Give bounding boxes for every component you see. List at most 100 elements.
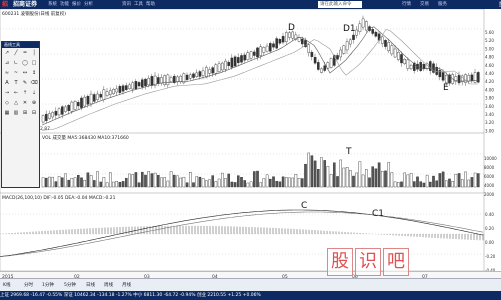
volume-tick: 4000 (484, 183, 495, 188)
tab-1min[interactable]: 1分钟 (42, 282, 54, 288)
tab-5min[interactable]: 5分钟 (64, 282, 76, 288)
volume-bar (115, 181, 118, 188)
candle (307, 44, 311, 53)
drawing-tool-5[interactable]: ∟ (12, 59, 20, 68)
candle (422, 64, 426, 69)
drawing-tool-8[interactable]: ≈ (3, 69, 11, 78)
drawing-tool-2[interactable]: ═ (21, 49, 29, 58)
volume-bar (297, 178, 301, 188)
volume-bar (265, 174, 269, 188)
tab-daily[interactable]: 日线 (86, 282, 95, 288)
candle (67, 105, 70, 111)
top-menu-service[interactable]: 服务 (438, 0, 447, 9)
volume-bar (41, 177, 45, 188)
volume-bar (390, 172, 394, 188)
volume-bar (457, 173, 461, 188)
drawing-tool-18[interactable]: ⇡ (21, 89, 29, 98)
command-search-input[interactable]: 请在此输入命令 (318, 1, 362, 8)
drawing-tool-13[interactable]: T (12, 79, 20, 88)
menu-item-quote[interactable]: 报价 (72, 0, 81, 9)
menu-item-function[interactable]: 功能 (60, 0, 69, 9)
tab-kline[interactable]: K线 (3, 282, 10, 288)
volume-bar (272, 176, 275, 188)
candle (188, 74, 192, 79)
annotation-e: E (443, 83, 449, 93)
drawing-tool-26[interactable]: ⊞ (21, 109, 29, 118)
volume-bar (361, 174, 365, 188)
drawing-tool-12[interactable]: A (3, 79, 11, 88)
drawing-tool-15[interactable]: ⌫ (30, 79, 38, 88)
drawing-tool-6[interactable]: ◯ (21, 59, 29, 68)
volume-bar (387, 162, 391, 188)
drawing-tool-14[interactable]: ✎ (21, 79, 29, 88)
tab-weekly[interactable]: 周线 (104, 282, 113, 288)
drawing-tool-25[interactable]: ▥ (12, 109, 20, 118)
macd-tick: 0.20 (485, 226, 494, 231)
volume-bar (301, 178, 304, 188)
candle (108, 90, 112, 95)
volume-bar (377, 162, 381, 188)
drawing-tool-21[interactable]: △ (12, 99, 20, 108)
volume-bar (304, 163, 307, 188)
candle (102, 89, 106, 100)
volume-bar (464, 171, 467, 188)
chart-area[interactable]: D D1 E T C C1 2.87 600231 凌钢股份(日线 前复权) V… (0, 9, 501, 273)
drawing-tool-17[interactable]: ← (12, 89, 20, 98)
drawing-tool-27[interactable]: ⊟ (30, 109, 38, 118)
volume-bar (381, 170, 384, 188)
volume-bar (204, 180, 208, 188)
candle (211, 67, 215, 74)
tab-monthly[interactable]: 月线 (122, 282, 131, 288)
candle (208, 69, 211, 74)
volume-bar (441, 171, 445, 188)
drawing-tool-9[interactable]: ~ (12, 69, 20, 78)
volume-bar (236, 175, 240, 188)
drawing-tool-20[interactable]: ◇ (3, 99, 11, 108)
candle (240, 55, 243, 63)
candle (105, 91, 109, 96)
candle (99, 94, 102, 98)
volume-bar (365, 169, 368, 188)
volume-bar (288, 177, 291, 188)
candle (134, 81, 138, 89)
menu-item-info[interactable]: 资讯 (122, 0, 131, 9)
volume-bar (185, 182, 189, 188)
top-menu-trade[interactable]: 交易 (420, 0, 429, 9)
candle (220, 62, 224, 71)
status-bar: 上证 2969.68 -16.47 -0.55% 深证 10462.34 -13… (0, 291, 501, 300)
drawing-tool-4[interactable]: ⊿ (3, 59, 11, 68)
drawing-tool-24[interactable]: ▦ (3, 109, 11, 118)
tab-intraday[interactable]: 分时 (24, 282, 33, 288)
candle (169, 77, 173, 83)
menu-item-help[interactable]: 帮助 (146, 0, 155, 9)
volume-bar (147, 171, 151, 188)
volume-bar (121, 181, 125, 188)
drawing-tool-3[interactable]: │ (30, 49, 38, 58)
kline-chart[interactable]: D D1 E T C C1 2.87 600231 凌钢股份(日线 前复权) V… (0, 9, 501, 271)
candle (64, 106, 67, 112)
drawing-tool-panel[interactable]: 画线工具 ↗ ╱ ═ │ ⊿ ∟ ◯ □ ≈ ~ ↔ ↕ A T ✎ ⌫ → ← ⇡ ⇣ ◇ △ ✕ ⊕ ▦ ▥ ⊞ ⊟ (1, 41, 40, 188)
candle (288, 32, 291, 38)
top-menu-quotes[interactable]: 行情 (402, 0, 411, 9)
candle (329, 58, 333, 68)
drawing-tool-23[interactable]: ⊕ (30, 99, 38, 108)
volume-bar (105, 182, 109, 188)
candle (147, 78, 151, 86)
menu-item-system[interactable]: 系统 (48, 0, 57, 9)
volume-bar (64, 173, 67, 188)
volume-bar (281, 176, 285, 188)
menu-item-tools[interactable]: 工具 (134, 0, 143, 9)
candle (48, 113, 51, 119)
volume-bar (156, 174, 160, 188)
price-tick: 4.00 (485, 87, 494, 92)
drawing-tool-1[interactable]: ╱ (12, 49, 20, 58)
drawing-tool-19[interactable]: ⇣ (30, 89, 38, 98)
drawing-tool-16[interactable]: → (3, 89, 11, 98)
drawing-tool-22[interactable]: ✕ (21, 99, 29, 108)
drawing-tool-11[interactable]: ↕ (30, 69, 38, 78)
drawing-tool-0[interactable]: ↗ (3, 49, 11, 58)
drawing-tool-10[interactable]: ↔ (21, 69, 29, 78)
menu-item-analysis[interactable]: 分析 (84, 0, 93, 9)
candle (297, 37, 301, 42)
drawing-tool-7[interactable]: □ (30, 59, 38, 68)
